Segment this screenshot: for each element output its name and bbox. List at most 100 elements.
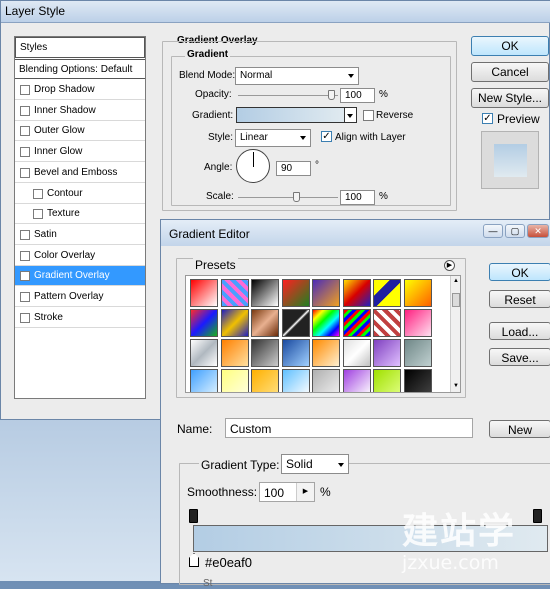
style-item-color-overlay[interactable]: Color Overlay xyxy=(15,246,145,266)
scale-slider-track[interactable] xyxy=(238,197,338,198)
close-icon[interactable]: ✕ xyxy=(527,224,549,238)
style-item-label: Satin xyxy=(34,228,57,240)
style-item-drop-shadow[interactable]: Drop Shadow xyxy=(15,80,145,100)
style-item-inner-shadow[interactable]: Inner Shadow xyxy=(15,101,145,121)
style-item-checkbox[interactable] xyxy=(20,229,30,240)
preview-checkbox[interactable]: ✓ xyxy=(482,113,493,124)
preset-swatch[interactable] xyxy=(220,309,249,337)
preset-swatch[interactable] xyxy=(190,339,218,367)
style-item-outer-glow[interactable]: Outer Glow xyxy=(15,121,145,142)
preset-swatch[interactable] xyxy=(251,309,279,337)
preset-swatch[interactable] xyxy=(251,339,279,367)
preset-swatch[interactable] xyxy=(190,279,218,307)
style-item-satin[interactable]: Satin xyxy=(15,225,145,245)
preset-swatch[interactable] xyxy=(312,279,340,307)
style-item-inner-glow[interactable]: Inner Glow xyxy=(15,142,145,163)
smoothness-dropdown-icon[interactable]: ▶ xyxy=(296,483,314,501)
preset-swatch[interactable] xyxy=(403,369,432,392)
opacity-stop-left[interactable] xyxy=(189,509,198,523)
opacity-stop-right[interactable] xyxy=(533,509,542,523)
gradient-dropdown[interactable] xyxy=(345,107,357,123)
reverse-checkbox[interactable] xyxy=(363,110,374,121)
style-item-stroke[interactable]: Stroke xyxy=(15,308,145,328)
style-item-checkbox[interactable] xyxy=(20,126,30,137)
preset-swatch[interactable] xyxy=(190,369,218,392)
preset-swatch[interactable] xyxy=(220,279,249,307)
blending-options-item[interactable]: Blending Options: Default xyxy=(15,59,145,79)
ge-reset-button[interactable]: Reset xyxy=(489,290,550,308)
preset-swatch[interactable] xyxy=(312,309,340,337)
style-item-checkbox[interactable] xyxy=(33,188,43,199)
preset-swatch[interactable] xyxy=(342,279,371,307)
preset-swatch[interactable] xyxy=(403,339,432,367)
angle-field[interactable]: 90 xyxy=(276,161,311,176)
ge-save-button[interactable]: Save... xyxy=(489,348,550,366)
align-with-layer-checkbox[interactable]: ✓ xyxy=(321,131,332,142)
style-item-texture[interactable]: Texture xyxy=(15,204,145,225)
preset-swatch[interactable] xyxy=(373,369,401,392)
minimize-icon[interactable]: — xyxy=(483,224,503,238)
scroll-thumb[interactable] xyxy=(452,293,460,307)
opacity-field[interactable]: 100 xyxy=(340,88,375,103)
style-item-gradient-overlay[interactable]: ✓ Gradient Overlay xyxy=(15,266,145,287)
style-item-checkbox[interactable] xyxy=(20,312,30,323)
preset-swatch[interactable] xyxy=(251,369,279,392)
ge-load-button[interactable]: Load... xyxy=(489,322,550,340)
presets-menu-icon[interactable]: ▶ xyxy=(444,260,455,271)
name-field[interactable]: Custom xyxy=(225,418,473,438)
preset-swatch[interactable] xyxy=(342,369,371,392)
scroll-up-icon[interactable]: ▲ xyxy=(453,278,459,284)
opacity-slider-thumb[interactable] xyxy=(328,90,335,100)
ok-button[interactable]: OK xyxy=(471,36,549,56)
angle-label: Angle: xyxy=(204,162,233,173)
style-item-contour[interactable]: Contour xyxy=(15,184,145,204)
presets-scrollbar[interactable]: ▲ ▼ xyxy=(450,276,460,392)
preset-swatch[interactable] xyxy=(220,369,249,392)
preset-swatch[interactable] xyxy=(281,339,310,367)
preset-swatch[interactable] xyxy=(220,339,249,367)
style-item-bevel-and-emboss[interactable]: Bevel and Emboss xyxy=(15,163,145,183)
style-item-checkbox[interactable] xyxy=(20,167,30,178)
preset-swatch[interactable] xyxy=(281,309,310,337)
preset-swatch[interactable] xyxy=(281,369,310,392)
opacity-unit: % xyxy=(379,89,388,100)
gradient-editor-title-bar: Gradient Editor — ▢ ✕ xyxy=(161,220,550,246)
new-style-button[interactable]: New Style... xyxy=(471,88,549,108)
gradient-type-label: Gradient Type: xyxy=(199,458,282,472)
style-item-checkbox[interactable] xyxy=(20,85,30,95)
preset-swatch[interactable] xyxy=(373,309,401,337)
style-item-checkbox[interactable] xyxy=(20,105,30,116)
style-item-checkbox[interactable] xyxy=(20,250,30,261)
gradient-type-select[interactable]: Solid xyxy=(281,454,349,474)
style-item-pattern-overlay[interactable]: Pattern Overlay xyxy=(15,287,145,307)
preset-swatch[interactable] xyxy=(281,279,310,307)
preset-swatch[interactable] xyxy=(373,339,401,367)
scale-slider-thumb[interactable] xyxy=(293,192,300,202)
opacity-slider-track[interactable] xyxy=(238,95,338,96)
preset-swatch[interactable] xyxy=(312,339,340,367)
blend-mode-select[interactable]: Normal xyxy=(235,67,359,85)
maximize-icon[interactable]: ▢ xyxy=(505,224,525,238)
preset-swatch[interactable] xyxy=(342,309,371,337)
preset-swatch[interactable] xyxy=(403,279,432,307)
smoothness-field[interactable]: 100 ▶ xyxy=(259,482,315,502)
styles-header[interactable]: Styles xyxy=(15,37,145,58)
style-item-checkbox[interactable]: ✓ xyxy=(20,271,30,282)
angle-dial[interactable] xyxy=(236,149,270,183)
style-item-checkbox[interactable] xyxy=(20,147,30,158)
ge-new-button[interactable]: New xyxy=(489,420,550,438)
ge-ok-button[interactable]: OK xyxy=(489,263,550,281)
preset-swatch[interactable] xyxy=(342,339,371,367)
scroll-down-icon[interactable]: ▼ xyxy=(453,383,459,389)
style-select[interactable]: Linear xyxy=(235,129,311,147)
preset-swatch[interactable] xyxy=(190,309,218,337)
preset-swatch[interactable] xyxy=(312,369,340,392)
preset-swatch[interactable] xyxy=(403,309,432,337)
style-item-checkbox[interactable] xyxy=(33,209,43,220)
cancel-button[interactable]: Cancel xyxy=(471,62,549,82)
preset-swatch[interactable] xyxy=(373,279,401,307)
gradient-swatch[interactable] xyxy=(236,107,345,123)
scale-field[interactable]: 100 xyxy=(340,190,375,205)
preset-swatch[interactable] xyxy=(251,279,279,307)
style-item-checkbox[interactable] xyxy=(20,292,30,302)
